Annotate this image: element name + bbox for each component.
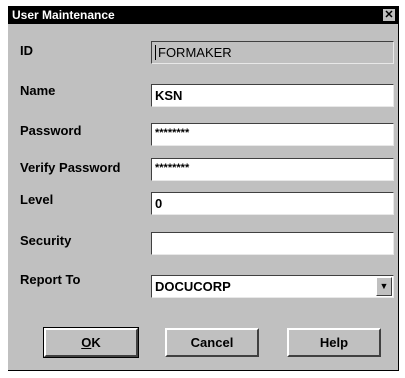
verify-password-label: Verify Password (20, 160, 121, 175)
level-label: Level (20, 192, 54, 207)
security-label: Security (20, 233, 72, 248)
id-label: ID (20, 43, 33, 58)
dropdown-arrow-icon[interactable]: ▼ (376, 277, 392, 296)
verify-password-field[interactable]: ******** (151, 158, 394, 181)
user-maintenance-dialog: User Maintenance ✕ ID FORMAKER Name KSN … (8, 6, 399, 371)
ok-label: OK (81, 335, 101, 350)
id-value: FORMAKER (155, 45, 232, 60)
password-field[interactable]: ******** (151, 123, 394, 146)
id-field: FORMAKER (151, 41, 394, 64)
window-title: User Maintenance (12, 8, 115, 22)
name-label: Name (20, 83, 56, 98)
security-field[interactable] (151, 232, 394, 255)
ok-button[interactable]: OK (43, 327, 139, 358)
help-button[interactable]: Help (287, 328, 381, 357)
title-bar[interactable]: User Maintenance ✕ (8, 6, 399, 24)
report-to-label: Report To (20, 272, 81, 287)
close-icon[interactable]: ✕ (383, 9, 395, 21)
report-to-value: DOCUCORP (155, 279, 231, 294)
name-field[interactable]: KSN (151, 84, 394, 107)
level-field[interactable]: 0 (151, 192, 394, 215)
password-label: Password (20, 123, 82, 138)
report-to-dropdown[interactable]: DOCUCORP ▼ (151, 275, 394, 298)
cancel-button[interactable]: Cancel (165, 328, 259, 357)
